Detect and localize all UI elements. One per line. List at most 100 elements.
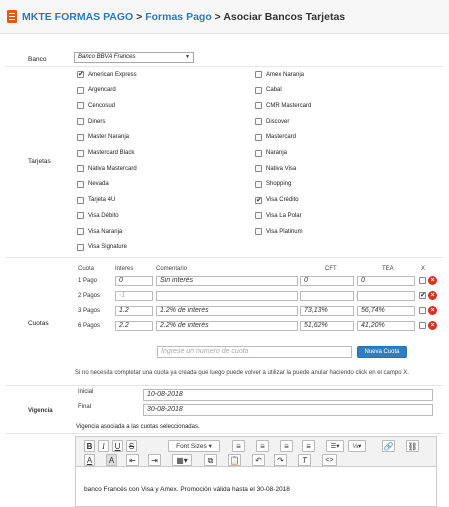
bold-icon[interactable]: B <box>84 440 95 452</box>
nueva-cuota-input[interactable]: Ingrese un numero de cuota <box>157 346 352 358</box>
tarjeta-option[interactable]: Mastercard Black <box>77 149 134 158</box>
italic-icon[interactable]: I <box>98 440 109 452</box>
tarjeta-checkbox[interactable] <box>255 180 262 188</box>
tarjeta-checkbox[interactable] <box>255 102 262 110</box>
tarjeta-checkbox[interactable] <box>77 180 84 188</box>
cuota-interes-input[interactable]: -1 <box>115 291 153 301</box>
unlink-icon[interactable]: ⛓ <box>406 440 419 452</box>
tarjeta-checkbox[interactable] <box>255 118 262 126</box>
cuota-tea-input[interactable] <box>357 291 415 301</box>
link-icon[interactable]: 🔗 <box>382 440 395 452</box>
align-left-icon[interactable]: ≡ <box>232 440 245 452</box>
cuota-comentario-input[interactable]: Sin interés <box>156 276 298 286</box>
align-right-icon[interactable]: ≡ <box>280 440 293 452</box>
tarjeta-checkbox[interactable] <box>77 212 84 220</box>
tarjeta-option[interactable]: Visa Débito <box>77 211 119 220</box>
editor-content-area[interactable]: banco Francés con Visa y Amex. Promoción… <box>75 466 437 507</box>
cuota-interes-input[interactable]: 2.2 <box>115 321 153 331</box>
cuota-anular-checkbox[interactable] <box>419 322 426 329</box>
vigencia-inicial-input[interactable]: 10-08-2018 <box>143 389 433 401</box>
tarjeta-option[interactable]: Argencard <box>77 86 116 95</box>
cuota-anular-checkbox[interactable] <box>419 291 426 299</box>
cuota-cft-input[interactable] <box>300 291 354 301</box>
font-color-icon[interactable]: A <box>84 454 95 466</box>
tarjeta-option[interactable]: Naranja <box>255 149 287 158</box>
banco-select[interactable]: Banco BBVA Frances <box>74 52 194 63</box>
tarjeta-option[interactable]: Diners <box>77 117 105 126</box>
delete-row-icon[interactable]: × <box>428 291 437 300</box>
tarjeta-option[interactable]: American Express <box>77 70 137 79</box>
tarjeta-option[interactable]: Cencosud <box>77 101 115 110</box>
tarjeta-checkbox[interactable] <box>255 165 262 173</box>
cuota-comentario-input[interactable]: 2.2% de interés <box>156 321 298 331</box>
tarjeta-option[interactable]: Nevada <box>77 180 109 189</box>
tarjeta-checkbox[interactable] <box>77 243 84 251</box>
tarjeta-option[interactable]: Mastercard <box>255 133 296 142</box>
table-icon[interactable]: ▦▾ <box>172 454 192 466</box>
cuota-tea-input[interactable]: 0 <box>357 276 415 286</box>
tarjeta-checkbox[interactable] <box>77 228 84 235</box>
underline-icon[interactable]: U <box>112 440 123 452</box>
delete-row-icon[interactable]: × <box>428 321 437 330</box>
redo-icon[interactable]: ↷ <box>274 454 287 466</box>
tarjeta-checkbox[interactable] <box>77 149 84 157</box>
tarjeta-checkbox[interactable] <box>255 71 262 78</box>
nueva-cuota-button[interactable]: Nueva Cuota <box>357 346 407 358</box>
tarjeta-option[interactable]: Discover <box>255 117 289 126</box>
cuota-anular-checkbox[interactable] <box>419 307 426 314</box>
copy-icon[interactable]: ⧉ <box>204 454 217 466</box>
strikethrough-icon[interactable]: S <box>126 440 137 452</box>
cuota-tea-input[interactable]: 56,74% <box>357 306 415 316</box>
font-sizes-dropdown[interactable]: Font Sizes ▾ <box>168 440 220 452</box>
tarjeta-checkbox[interactable] <box>77 118 84 126</box>
tarjeta-checkbox[interactable] <box>255 86 262 94</box>
cuota-comentario-input[interactable]: 1.2% de interés <box>156 306 298 316</box>
numbered-list-icon[interactable]: ⅓▾ <box>348 440 366 452</box>
tarjeta-option[interactable]: Nativa Visa <box>255 164 296 173</box>
tarjeta-option[interactable]: Visa Signature <box>77 243 127 252</box>
tarjeta-option[interactable]: Nativa Mastercard <box>77 164 137 173</box>
breadcrumb-section-link[interactable]: Formas Pago <box>145 11 212 23</box>
tarjeta-option[interactable]: Visa Crédito <box>255 196 299 205</box>
tarjeta-option[interactable]: Master Naranja <box>77 133 129 142</box>
chevron-down-icon[interactable]: ▼ <box>185 54 190 60</box>
indent-icon[interactable]: ⇥ <box>148 454 161 466</box>
tarjeta-checkbox[interactable] <box>255 212 262 220</box>
code-view-icon[interactable]: <> <box>322 454 337 466</box>
tarjeta-checkbox[interactable] <box>77 196 84 204</box>
tarjeta-checkbox[interactable] <box>255 228 262 235</box>
cuota-tea-input[interactable]: 41,20% <box>357 321 415 331</box>
cuota-comentario-input[interactable] <box>156 291 298 301</box>
breadcrumb-app-link[interactable]: MKTE FORMAS PAGO <box>22 11 133 23</box>
vigencia-final-input[interactable]: 30-08-2018 <box>143 404 433 416</box>
delete-row-icon[interactable]: × <box>428 306 437 315</box>
highlight-color-icon[interactable]: A <box>106 454 117 466</box>
tarjeta-checkbox[interactable] <box>255 196 262 204</box>
align-center-icon[interactable]: ≡ <box>256 440 269 452</box>
align-justify-icon[interactable]: ≡ <box>302 440 315 452</box>
tarjeta-checkbox[interactable] <box>77 165 84 173</box>
tarjeta-option[interactable]: Visa La Polar <box>255 211 302 220</box>
cuota-cft-input[interactable]: 73,13% <box>300 306 354 316</box>
tarjeta-option[interactable]: Amex Naranja <box>255 70 304 79</box>
tarjeta-checkbox[interactable] <box>77 70 84 78</box>
tarjeta-checkbox[interactable] <box>77 86 84 94</box>
tarjeta-checkbox[interactable] <box>255 149 262 157</box>
outdent-icon[interactable]: ⇤ <box>126 454 139 466</box>
paste-icon[interactable]: 📋 <box>228 454 241 466</box>
tarjeta-checkbox[interactable] <box>255 133 262 141</box>
bullet-list-icon[interactable]: ☰▾ <box>326 440 344 452</box>
tarjeta-checkbox[interactable] <box>77 102 84 110</box>
cuota-interes-input[interactable]: 1.2 <box>115 306 153 316</box>
tarjeta-option[interactable]: Cabal <box>255 86 282 95</box>
cuota-interes-input[interactable]: 0 <box>115 276 153 286</box>
tarjeta-option[interactable]: Shopping <box>255 180 291 189</box>
clear-format-icon[interactable]: T <box>298 454 311 466</box>
tarjeta-option[interactable]: Visa Platinum <box>255 227 303 236</box>
cuota-anular-checkbox[interactable] <box>419 277 426 284</box>
cuota-cft-input[interactable]: 51,62% <box>300 321 354 331</box>
tarjeta-option[interactable]: Tarjeta 4U <box>77 196 115 205</box>
delete-row-icon[interactable]: × <box>428 276 437 285</box>
tarjeta-option[interactable]: Visa Naranja <box>77 227 122 236</box>
tarjeta-checkbox[interactable] <box>77 133 84 141</box>
